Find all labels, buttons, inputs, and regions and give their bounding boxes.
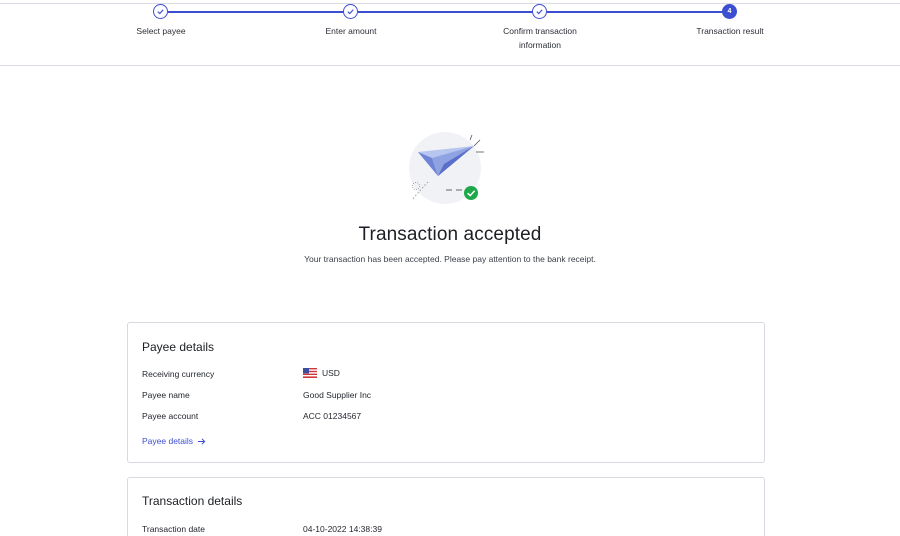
step-label-result: Transaction result: [696, 26, 764, 36]
result-message: Your transaction has been accepted. Plea…: [304, 254, 596, 264]
stepper-divider: [0, 65, 900, 66]
payee-name-value: Good Supplier Inc: [303, 390, 372, 400]
receiving-currency-value: USD: [303, 368, 340, 378]
payee-details-card: Payee details Receiving currency USD Pay…: [127, 322, 765, 463]
card-title: Payee details: [142, 340, 215, 354]
step-label-select-payee: Select payee: [136, 26, 186, 36]
step-label-enter-amount: Enter amount: [325, 26, 377, 36]
paper-plane-success-icon: [404, 130, 488, 206]
transaction-details-card: Transaction details Transaction date 04-…: [127, 477, 765, 536]
payee-details-link[interactable]: Payee details: [142, 436, 206, 446]
step-label-confirm: Confirm transaction information: [503, 26, 577, 50]
receiving-currency-label: Receiving currency: [142, 369, 215, 379]
card-title: Transaction details: [142, 494, 243, 508]
result-title: Transaction accepted: [358, 224, 542, 245]
payee-account-label: Payee account: [142, 411, 199, 421]
step-2-check-icon: [343, 4, 358, 19]
step-connector: [168, 11, 344, 13]
transaction-date-value: 04-10-2022 14:38:39: [303, 524, 382, 534]
top-divider: [0, 3, 900, 4]
step-3-check-icon: [532, 4, 547, 19]
us-flag-icon: [303, 368, 317, 378]
currency-code: USD: [322, 368, 340, 378]
payee-details-link-label: Payee details: [142, 436, 194, 446]
step-connector: [547, 11, 723, 13]
payee-name-label: Payee name: [142, 390, 190, 400]
step-1-check-icon: [153, 4, 168, 19]
transaction-date-label: Transaction date: [142, 524, 205, 534]
arrow-right-icon: [197, 437, 206, 445]
step-connector: [358, 11, 533, 13]
payee-account-value: ACC 01234567: [303, 411, 362, 421]
step-4-number: 4: [722, 4, 737, 19]
